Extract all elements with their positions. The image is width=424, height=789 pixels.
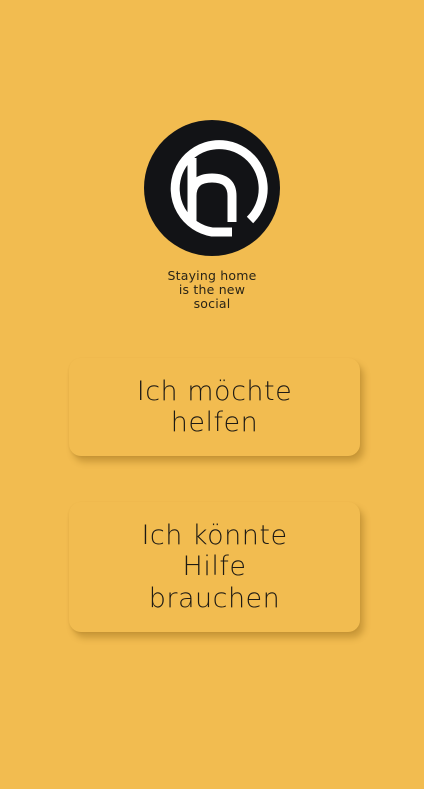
tagline-line-1: Staying home [167, 268, 257, 283]
request-help-label: Ich könnte Hilfe brauchen [141, 520, 287, 615]
tagline-line-3: social [193, 296, 231, 311]
tagline: Staying home is the new social [112, 269, 312, 311]
request-help-button[interactable]: Ich könnte Hilfe brauchen [69, 502, 360, 632]
request-help-label-line-2: Hilfe [182, 551, 247, 583]
request-help-label-line-1: Ich könnte [141, 519, 288, 551]
at-h-logo-icon [170, 140, 268, 237]
tagline-line-2: is the new [178, 282, 246, 297]
offer-help-label-line-1: Ich möchte [136, 375, 293, 407]
offer-help-label: Ich möchte helfen [137, 376, 292, 439]
home-screen: Staying home is the new social Ich möcht… [0, 0, 424, 789]
request-help-label-line-3: brauchen [148, 582, 281, 614]
offer-help-label-line-2: helfen [170, 407, 259, 438]
app-logo [144, 120, 280, 256]
offer-help-button[interactable]: Ich möchte helfen [69, 358, 360, 456]
